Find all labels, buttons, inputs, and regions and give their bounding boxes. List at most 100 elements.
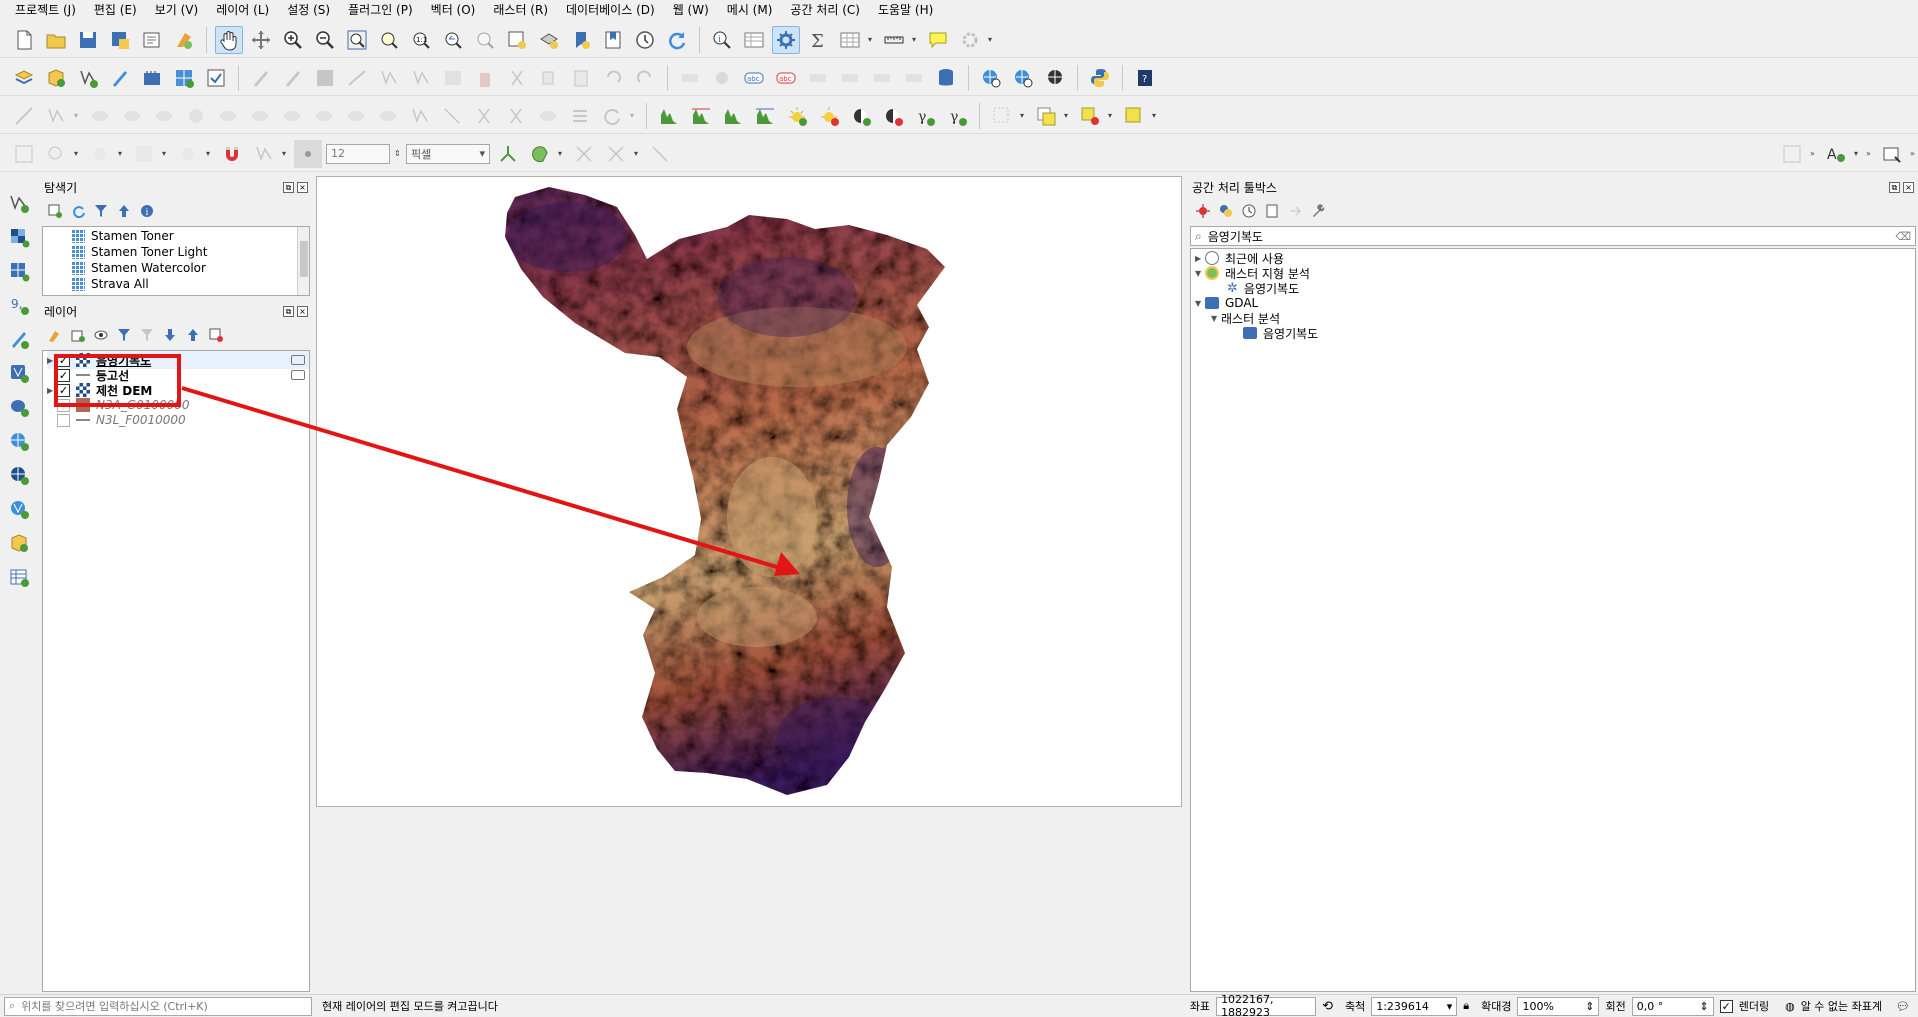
trace-offset-icon[interactable]	[602, 140, 630, 168]
spin-arrows-icon[interactable]: ⇕	[394, 149, 402, 158]
scrollbar-thumb[interactable]	[300, 241, 308, 277]
dropdown-arrow-icon[interactable]: ▾	[558, 149, 566, 158]
messages-icon[interactable]: 💬︎	[1896, 1000, 1910, 1013]
reshape-features-icon[interactable]	[342, 102, 370, 130]
clear-search-icon[interactable]: ⌫	[1895, 230, 1911, 243]
new-shapefile-icon[interactable]	[74, 64, 102, 92]
overflow-chevron-icon[interactable]: »	[1866, 149, 1874, 158]
add-postgis-icon[interactable]	[3, 392, 35, 422]
locator-search-input[interactable]: ⌕ 위치를 찾으려면 입력하십시오 (Ctrl+K)	[4, 996, 312, 1016]
scale-combo[interactable]: 1:239614 ▾	[1371, 996, 1458, 1016]
annotation-icon[interactable]	[10, 140, 38, 168]
map-tips-icon[interactable]	[924, 26, 952, 54]
attribute-table-icon[interactable]	[740, 26, 768, 54]
measure-icon[interactable]	[880, 26, 908, 54]
new-map-view-icon[interactable]	[503, 26, 531, 54]
map-canvas[interactable]	[316, 176, 1182, 807]
split-features-icon[interactable]	[406, 102, 434, 130]
dropdown-arrow-icon[interactable]: ▾	[162, 149, 170, 158]
deselect-all-icon[interactable]	[1076, 102, 1104, 130]
metasearch-icon[interactable]	[977, 64, 1005, 92]
copy-features-icon[interactable]	[535, 64, 563, 92]
crs-label[interactable]: 알 수 없는 좌표계	[1801, 998, 1882, 1014]
align-icon[interactable]	[566, 102, 594, 130]
filter-expression-icon[interactable]	[138, 326, 156, 344]
split-parts-icon[interactable]	[438, 102, 466, 130]
pan-hand-icon[interactable]	[215, 25, 243, 54]
rotation-spinbox[interactable]: 0,0 ° ⇕	[1631, 996, 1714, 1016]
zoom-last-icon[interactable]	[439, 26, 467, 54]
toolbox-search-input[interactable]: ⌕ 음영기복도 ⌫	[1190, 226, 1916, 246]
add-geopackage-layer-icon[interactable]	[3, 528, 35, 558]
dropdown-arrow-icon[interactable]: ▾	[912, 35, 920, 44]
crs-globe-icon[interactable]: ◍	[1785, 1000, 1795, 1013]
add-delimited-text-icon[interactable]: 9,	[3, 290, 35, 320]
snap-type-icon[interactable]	[294, 139, 322, 168]
save-as-icon[interactable]	[106, 26, 134, 54]
menu-help[interactable]: 도움말 (H)	[869, 0, 942, 20]
database-icon[interactable]	[932, 64, 960, 92]
select-by-value-icon[interactable]	[1032, 102, 1060, 130]
zoom-selection-icon[interactable]	[375, 26, 403, 54]
modify-attributes-icon[interactable]	[439, 64, 467, 92]
style-manager-icon[interactable]	[170, 26, 198, 54]
save-edits-icon[interactable]	[311, 64, 339, 92]
collapse-arrow-icon[interactable]: ▼	[1195, 299, 1205, 308]
identify-features-icon[interactable]: i	[708, 26, 736, 54]
label-rotate-icon[interactable]	[868, 64, 896, 92]
show-bookmarks-icon[interactable]	[599, 26, 627, 54]
topological-editing-icon[interactable]	[494, 140, 522, 168]
close-panel-icon[interactable]: ×	[297, 305, 308, 317]
new-geopackage-icon[interactable]	[42, 64, 70, 92]
models-icon[interactable]	[1194, 202, 1212, 220]
simplify-icon[interactable]	[150, 102, 178, 130]
delete-selected-icon[interactable]	[471, 64, 499, 92]
refresh-icon[interactable]	[69, 202, 87, 220]
add-ring-icon[interactable]	[182, 102, 210, 130]
zoom-in-icon[interactable]	[279, 26, 307, 54]
overflow-chevron-icon[interactable]: »	[1810, 149, 1818, 158]
processing-toolbox-icon[interactable]	[772, 25, 800, 54]
digitize-icon[interactable]	[10, 102, 38, 130]
add-group-icon[interactable]	[69, 326, 87, 344]
float-panel-icon[interactable]: ⧉	[1889, 181, 1900, 193]
magnifier-spinbox[interactable]: 100% ⇕	[1517, 996, 1600, 1016]
new-project-icon[interactable]	[10, 26, 38, 54]
tree-item-gdal-hillshade[interactable]: 음영기복도	[1243, 324, 1318, 342]
filter-legend-icon[interactable]	[115, 326, 133, 344]
new-virtual-layer-icon[interactable]	[138, 64, 166, 92]
trace-icon[interactable]	[570, 140, 598, 168]
menu-settings[interactable]: 설정 (S)	[278, 0, 339, 20]
raster-full-stretch-icon[interactable]	[751, 102, 779, 130]
pan-to-selection-icon[interactable]	[247, 26, 275, 54]
results-viewer-icon[interactable]	[1263, 202, 1281, 220]
add-wcs-icon[interactable]	[3, 460, 35, 490]
collapse-all-icon[interactable]	[115, 202, 133, 220]
layer-diagram-icon[interactable]: abc	[772, 64, 800, 92]
undo-icon[interactable]	[599, 64, 627, 92]
add-vector-check-icon[interactable]	[202, 64, 230, 92]
print-layout-icon[interactable]	[138, 26, 166, 54]
menu-raster[interactable]: 래스터 (R)	[484, 0, 557, 20]
select-features-icon[interactable]	[988, 102, 1016, 130]
open-project-icon[interactable]	[42, 26, 70, 54]
collapse-all-icon[interactable]	[184, 326, 202, 344]
add-vector-layer-icon[interactable]	[3, 188, 35, 218]
menu-project[interactable]: 프로젝트 (J)	[6, 0, 85, 20]
toggle-editing-icon[interactable]	[247, 64, 275, 92]
overflow-chevron-icon[interactable]: »	[1910, 149, 1918, 158]
add-wfs-icon[interactable]	[3, 494, 35, 524]
offset-curve-icon[interactable]	[118, 102, 146, 130]
coordinate-field[interactable]: 1022167, 1882923	[1216, 993, 1317, 1017]
advanced-digitizing-icon[interactable]	[1778, 140, 1806, 168]
cut-features-icon[interactable]	[503, 64, 531, 92]
snapping-config-icon[interactable]	[174, 140, 202, 168]
zoom-full-icon[interactable]	[343, 26, 371, 54]
brightness-up-icon[interactable]	[783, 102, 811, 130]
rotate-symbols-icon[interactable]	[534, 102, 562, 130]
zoom-out-icon[interactable]	[311, 26, 339, 54]
menu-vector[interactable]: 벡터 (O)	[422, 0, 485, 20]
layer-row-line[interactable]: N3L_F0010000	[47, 411, 186, 429]
gamma-down-icon[interactable]: γ	[943, 102, 971, 130]
dropdown-arrow-icon[interactable]: ▾	[988, 35, 996, 44]
